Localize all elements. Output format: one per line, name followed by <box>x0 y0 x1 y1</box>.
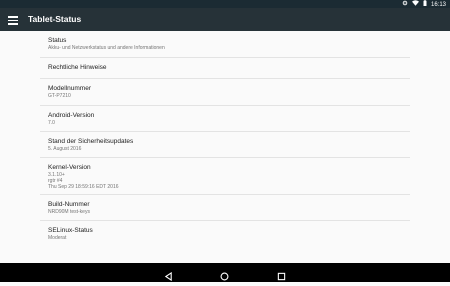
item-title: Status <box>48 37 67 44</box>
item-subtitle: Moderat <box>48 235 67 241</box>
home-icon[interactable] <box>220 268 229 281</box>
app-bar: Tablet-Status <box>0 8 450 31</box>
settings-list: Status Akku- und Netzwerkstatus und ande… <box>40 31 410 247</box>
item-title: Modellnummer <box>48 85 91 92</box>
item-title: Build-Nummer <box>48 201 90 208</box>
back-icon[interactable] <box>164 268 173 282</box>
list-item-security-patch[interactable]: Stand der Sicherheitsupdates 5. August 2… <box>40 132 410 158</box>
list-item-legal[interactable]: Rechtliche Hinweise <box>40 58 410 79</box>
item-subtitle: NRD90M test-keys <box>48 209 90 215</box>
item-title: Kernel-Version <box>48 164 91 171</box>
list-item-model[interactable]: Modellnummer GT-P7210 <box>40 79 410 106</box>
item-subtitle: 5. August 2016 <box>48 146 82 152</box>
list-item-build-number[interactable]: Build-Nummer NRD90M test-keys <box>40 195 410 221</box>
item-title: Stand der Sicherheitsupdates <box>48 138 134 145</box>
navigation-bar <box>0 263 450 282</box>
item-subtitle: 7.0 <box>48 120 55 126</box>
item-subtitle: 3.1.10+ rgtr #4 Thu Sep 29 18:59:16 EDT … <box>48 172 119 190</box>
list-item-android-version[interactable]: Android-Version 7.0 <box>40 106 410 132</box>
hamburger-menu-icon[interactable] <box>8 14 18 25</box>
list-item-status[interactable]: Status Akku- und Netzwerkstatus und ande… <box>40 31 410 58</box>
list-item-kernel[interactable]: Kernel-Version 3.1.10+ rgtr #4 Thu Sep 2… <box>40 158 410 195</box>
page-title: Tablet-Status <box>28 14 82 24</box>
status-bar: 16:13 <box>0 0 450 8</box>
item-subtitle: Akku- und Netzwerkstatus und andere Info… <box>48 45 165 51</box>
item-title: Android-Version <box>48 112 95 119</box>
list-item-selinux[interactable]: SELinux-Status Moderat <box>40 221 410 247</box>
recents-icon[interactable] <box>277 268 286 281</box>
item-title: SELinux-Status <box>48 227 93 234</box>
item-subtitle: GT-P7210 <box>48 93 71 99</box>
item-title: Rechtliche Hinweise <box>48 64 107 71</box>
